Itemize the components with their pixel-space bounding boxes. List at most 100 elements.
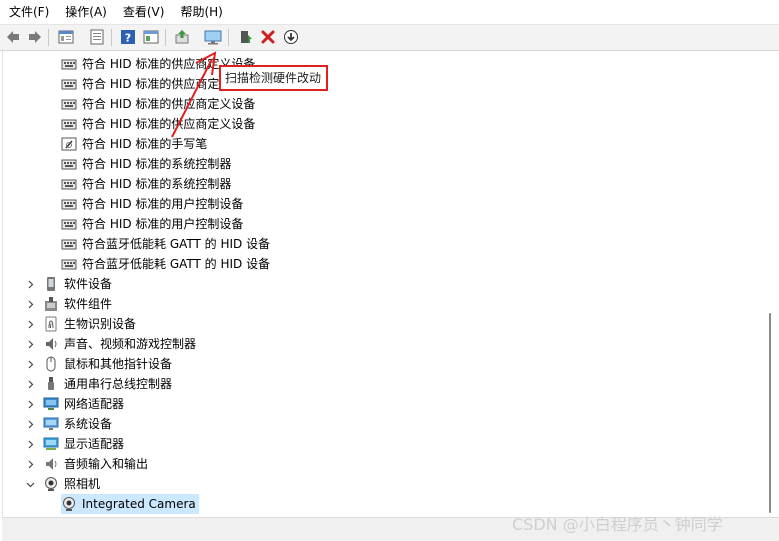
hid-device-icon (61, 179, 77, 190)
uninstall-button[interactable] (259, 28, 277, 46)
menu-file[interactable]: 文件(F) (0, 0, 57, 24)
device-label: 符合 HID 标准的系统控制器 (82, 157, 232, 171)
view-button[interactable] (142, 28, 160, 46)
system-device-icon (43, 417, 59, 430)
scan-hardware-icon (204, 30, 222, 45)
chevron-right-icon[interactable] (25, 314, 35, 334)
menu-view[interactable]: 查看(V) (115, 0, 173, 24)
category-label: 生物识别设备 (64, 317, 137, 331)
category-speaker[interactable]: 声音、视频和游戏控制器 (43, 334, 196, 354)
chevron-right-icon[interactable] (25, 274, 35, 294)
device-label: 符合蓝牙低能耗 GATT 的 HID 设备 (82, 237, 271, 251)
category-network-adapter[interactable]: 网络适配器 (43, 394, 124, 414)
chevron-right-icon[interactable] (25, 434, 35, 454)
device-item-hid[interactable]: 符合蓝牙低能耗 GATT 的 HID 设备 (61, 254, 270, 274)
back-button[interactable] (4, 28, 22, 46)
hid-device-icon (61, 256, 77, 272)
hid-device-icon (61, 216, 77, 232)
device-label: Integrated Camera (82, 497, 196, 511)
device-item-hid[interactable]: 符合 HID 标准的系统控制器 (61, 174, 231, 194)
chevron-right-icon[interactable] (25, 294, 35, 314)
chevron-right-icon[interactable] (25, 334, 35, 354)
device-label: 符合 HID 标准的系统控制器 (82, 177, 232, 191)
chevron-right-icon[interactable] (25, 454, 35, 474)
usb-icon (43, 376, 59, 392)
scan-hardware-button[interactable] (204, 28, 222, 46)
network-adapter-icon (43, 396, 59, 412)
display-adapter-icon (43, 436, 59, 452)
hid-device-icon (61, 199, 77, 210)
audio-io-icon (43, 456, 59, 472)
chevron-down-icon[interactable] (25, 474, 35, 494)
hid-device-icon (61, 76, 77, 92)
category-audio-io[interactable]: 音频输入和输出 (43, 454, 148, 474)
hid-device-icon (61, 196, 77, 212)
device-item-hid[interactable]: 符合 HID 标准的供应商定义设备 (61, 94, 255, 114)
category-software-component[interactable]: 软件组件 (43, 294, 112, 314)
toolbar-separator (111, 29, 112, 46)
hid-device-icon (61, 259, 77, 270)
device-label: 符合 HID 标准的用户控制设备 (82, 217, 244, 231)
fingerprint-icon (45, 316, 57, 332)
device-item-hid[interactable]: 符合 HID 标准的供应商定义设备 (61, 114, 255, 134)
category-display-adapter[interactable]: 显示适配器 (43, 434, 124, 454)
mouse-icon (43, 356, 59, 372)
device-item-hid[interactable]: 符合 HID 标准的用户控制设备 (61, 214, 243, 234)
forward-button[interactable] (26, 28, 44, 46)
hid-device-icon (61, 239, 77, 250)
camera-icon (43, 476, 59, 492)
speaker-icon (46, 338, 57, 350)
properties-icon (58, 30, 74, 44)
menu-help[interactable]: 帮助(H) (172, 0, 230, 24)
software-device-icon (43, 276, 59, 292)
help-button[interactable]: ? (119, 28, 137, 46)
category-usb[interactable]: 通用串行总线控制器 (43, 374, 172, 394)
update-driver-button[interactable] (173, 28, 191, 46)
software-device-icon (47, 277, 55, 291)
device-item-hid[interactable]: 符合 HID 标准的手写笔 (61, 134, 207, 154)
toolbar: ? (0, 24, 779, 51)
category-software-device[interactable]: 软件设备 (43, 274, 112, 294)
scrollbar-thumb[interactable] (769, 313, 771, 513)
enable-device-button[interactable] (237, 28, 255, 46)
category-mouse[interactable]: 鼠标和其他指针设备 (43, 354, 172, 374)
category-label: 系统设备 (64, 417, 113, 431)
chevron-right-icon[interactable] (25, 394, 35, 414)
category-system-device[interactable]: 系统设备 (43, 414, 112, 434)
chevron-right-icon[interactable] (25, 354, 35, 374)
display-adapter-icon (43, 437, 59, 450)
category-camera[interactable]: 照相机 (43, 474, 100, 494)
device-item-integrated-camera[interactable]: Integrated Camera (61, 494, 199, 514)
download-driver-icon (284, 30, 298, 44)
scan-hardware-tooltip: 扫描检测硬件改动 (219, 65, 328, 91)
category-fingerprint[interactable]: 生物识别设备 (43, 314, 136, 334)
device-item-hid[interactable]: 符合 HID 标准的系统控制器 (61, 154, 231, 174)
category-label: 通用串行总线控制器 (64, 377, 173, 391)
view-icon (143, 30, 159, 44)
system-device-icon (43, 416, 59, 432)
chevron-right-icon[interactable] (25, 374, 35, 394)
console-tree-button[interactable] (88, 28, 106, 46)
download-driver-button[interactable] (282, 28, 300, 46)
hid-device-icon (61, 156, 77, 172)
device-item-hid[interactable]: 符合蓝牙低能耗 GATT 的 HID 设备 (61, 234, 270, 254)
hid-device-icon (61, 236, 77, 252)
usb-icon (48, 377, 54, 390)
chevron-right-icon[interactable] (25, 414, 35, 434)
properties-button[interactable] (57, 28, 75, 46)
category-label: 显示适配器 (64, 437, 125, 451)
device-label: 符合 HID 标准的供应商定义设备 (82, 117, 256, 131)
network-adapter-icon (43, 397, 59, 410)
software-component-icon (45, 297, 57, 311)
device-label: 符合 HID 标准的手写笔 (82, 137, 208, 151)
device-item-hid[interactable]: 符合 HID 标准的用户控制设备 (61, 194, 243, 214)
software-component-icon (43, 296, 59, 312)
mouse-icon (46, 356, 56, 372)
vertical-scrollbar[interactable] (765, 54, 774, 514)
forward-arrow-icon (29, 31, 41, 43)
toolbar-separator (48, 29, 49, 46)
hid-device-icon (61, 159, 77, 170)
toolbar-separator (228, 29, 229, 46)
category-label: 照相机 (64, 477, 101, 491)
menu-action[interactable]: 操作(A) (57, 0, 115, 24)
